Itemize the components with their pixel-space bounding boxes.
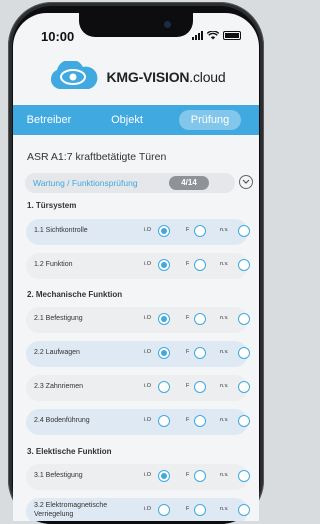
signal-icon: [192, 31, 203, 40]
option-io-label: i.O: [144, 315, 152, 321]
option-nv-label: n.v.: [220, 315, 229, 321]
option-io-label: i.O: [144, 472, 152, 478]
row-label: 1.2 Funktion: [34, 261, 73, 268]
option-nv-label: n.v.: [220, 383, 229, 389]
radio-nv[interactable]: [238, 415, 250, 427]
group-title: 2. Mechanische Funktion: [27, 290, 123, 299]
wifi-icon: [207, 31, 219, 40]
radio-nv[interactable]: [238, 259, 250, 271]
option-io-label: i.O: [144, 506, 152, 512]
inspection-form: ASR A1:7 kraftbetätigte Türen Wartung / …: [13, 135, 259, 521]
radio-f[interactable]: [194, 313, 206, 325]
option-nv-label: n.v.: [220, 506, 229, 512]
option-f-label: F: [186, 261, 190, 267]
radio-f[interactable]: [194, 225, 206, 237]
option-io-label: i.O: [144, 349, 152, 355]
tab-objekt[interactable]: Objekt: [85, 114, 169, 126]
tab-pruefung[interactable]: Prüfung: [179, 110, 241, 130]
radio-f[interactable]: [194, 504, 206, 516]
option-f-label: F: [186, 383, 190, 389]
battery-icon: [223, 31, 241, 40]
cloud-logo-icon: [50, 61, 97, 89]
radio-io[interactable]: [158, 504, 170, 516]
checklist-row: 2.4 Bodenführung i.O F n.v.: [26, 409, 250, 435]
radio-nv[interactable]: [238, 381, 250, 393]
status-time: 10:00: [41, 29, 75, 44]
group-title: 1. Türsystem: [27, 201, 77, 210]
status-icons: [192, 31, 241, 40]
radio-f[interactable]: [194, 470, 206, 482]
radio-io[interactable]: [158, 470, 170, 482]
checklist-row: 2.1 Befestigung i.O F n.v.: [26, 307, 250, 333]
option-io-label: i.O: [144, 383, 152, 389]
checklist-row: 2.2 Laufwagen i.O F n.v.: [26, 341, 250, 367]
option-f-label: F: [186, 417, 190, 423]
page-title: ASR A1:7 kraftbetätigte Türen: [27, 151, 167, 163]
option-io-label: i.O: [144, 227, 152, 233]
option-f-label: F: [186, 506, 190, 512]
notch: [79, 13, 193, 37]
group-title: 3. Elektische Funktion: [27, 447, 112, 456]
row-label: 2.3 Zahnriemen: [34, 383, 84, 390]
checklist-row: 1.2 Funktion i.O F n.v.: [26, 253, 250, 279]
progress-badge: 4/14: [169, 176, 209, 190]
radio-nv[interactable]: [238, 470, 250, 482]
radio-nv[interactable]: [238, 225, 250, 237]
option-f-label: F: [186, 227, 190, 233]
radio-io[interactable]: [158, 381, 170, 393]
section-label: Wartung / Funktionsprüfung: [33, 178, 138, 188]
checklist-row: 1.1 Sichtkontrolle i.O F n.v.: [26, 219, 250, 245]
option-nv-label: n.v.: [220, 349, 229, 355]
radio-nv[interactable]: [238, 313, 250, 325]
checklist-row: 3.2 Elektromagnetische Verriegelung i.O …: [26, 498, 250, 521]
row-label: 2.2 Laufwagen: [34, 349, 80, 356]
row-label: 3.2 Elektromagnetische Verriegelung: [34, 502, 108, 518]
section-selector[interactable]: Wartung / Funktionsprüfung 4/14: [25, 173, 235, 193]
brand-name: KMG-VISION.cloud: [106, 69, 226, 85]
row-label: 2.1 Befestigung: [34, 315, 83, 322]
radio-io[interactable]: [158, 347, 170, 359]
radio-io[interactable]: [158, 313, 170, 325]
radio-nv[interactable]: [238, 504, 250, 516]
camera-icon: [164, 21, 171, 28]
option-nv-label: n.v.: [220, 227, 229, 233]
checklist-row: 2.3 Zahnriemen i.O F n.v.: [26, 375, 250, 401]
radio-f[interactable]: [194, 259, 206, 271]
option-io-label: i.O: [144, 261, 152, 267]
main-nav: Betreiber Objekt Prüfung: [13, 105, 259, 135]
row-label: 1.1 Sichtkontrolle: [34, 227, 88, 234]
radio-f[interactable]: [194, 347, 206, 359]
option-nv-label: n.v.: [220, 417, 229, 423]
radio-f[interactable]: [194, 381, 206, 393]
chevron-down-icon[interactable]: [239, 175, 253, 189]
option-nv-label: n.v.: [220, 472, 229, 478]
option-f-label: F: [186, 315, 190, 321]
radio-io[interactable]: [158, 415, 170, 427]
tab-betreiber[interactable]: Betreiber: [13, 114, 85, 126]
app-screen: 10:00 KMG-VISION.cloud Betreiber Objekt …: [13, 13, 259, 521]
checklist-row: 3.1 Befestigung i.O F n.v.: [26, 464, 250, 490]
row-label: 2.4 Bodenführung: [34, 417, 90, 424]
row-label: 3.1 Befestigung: [34, 472, 83, 479]
option-io-label: i.O: [144, 417, 152, 423]
radio-f[interactable]: [194, 415, 206, 427]
radio-nv[interactable]: [238, 347, 250, 359]
brand-header: KMG-VISION.cloud: [13, 53, 259, 101]
option-f-label: F: [186, 349, 190, 355]
radio-io[interactable]: [158, 225, 170, 237]
radio-io[interactable]: [158, 259, 170, 271]
option-f-label: F: [186, 472, 190, 478]
option-nv-label: n.v.: [220, 261, 229, 267]
